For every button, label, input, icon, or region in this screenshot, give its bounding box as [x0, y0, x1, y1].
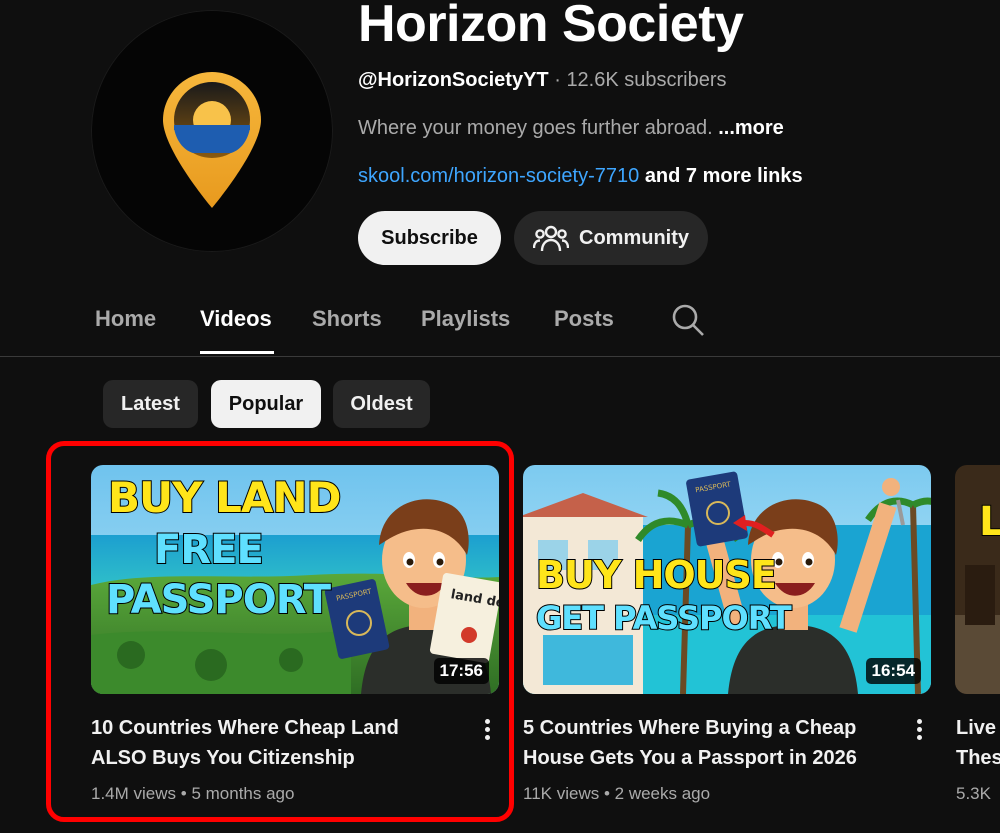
thumb-headline-1: BUY HOUSE: [535, 552, 778, 598]
more-vert-icon: [916, 719, 922, 724]
active-tab-indicator: [200, 351, 274, 354]
video-thumbnail[interactable]: PASSPORT land deed BUY LAND FREE PASSPOR…: [91, 465, 499, 694]
tab-videos[interactable]: Videos: [200, 306, 272, 332]
description-text: Where your money goes further abroad.: [358, 117, 713, 139]
video-title[interactable]: Live These: [956, 713, 1000, 773]
location-pin-sunset-icon: [163, 72, 261, 208]
meta-dot: •: [603, 784, 610, 803]
subscriber-count: 12.6K subscribers: [566, 69, 727, 91]
upload-age: 2 weeks ago: [614, 784, 711, 803]
video-menu-button[interactable]: [477, 716, 497, 746]
tab-home[interactable]: Home: [95, 306, 156, 332]
description-more-link[interactable]: ...more: [718, 117, 784, 139]
upload-age: 5 months ago: [191, 784, 295, 803]
thumb-headline-1: L: [978, 498, 1000, 546]
video-thumbnail[interactable]: PASSPORT BUY HOUSE GET PASSPORT 16:54: [523, 465, 931, 694]
thumb-headline-2: FREE: [153, 526, 265, 574]
chip-popular[interactable]: Popular: [211, 380, 321, 428]
channel-link[interactable]: skool.com/horizon-society-7710: [358, 165, 639, 187]
video-thumbnail[interactable]: L: [955, 465, 1000, 694]
people-icon: [533, 225, 569, 252]
view-count: 11K views: [523, 784, 600, 803]
channel-description[interactable]: Where your money goes further abroad. ..…: [358, 117, 784, 140]
video-duration: 16:54: [865, 658, 921, 684]
view-count: 1.4M views: [91, 784, 177, 803]
channel-links: skool.com/horizon-society-7710 and 7 mor…: [358, 165, 803, 188]
tab-shorts[interactable]: Shorts: [312, 306, 382, 332]
community-label: Community: [579, 226, 689, 249]
search-tab[interactable]: [671, 303, 705, 342]
search-icon: [672, 304, 704, 336]
thumb-headline-3: PASSPORT: [105, 576, 332, 624]
tab-playlists[interactable]: Playlists: [421, 306, 510, 332]
meta-separator: ·: [554, 69, 561, 91]
chip-latest[interactable]: Latest: [103, 380, 198, 428]
channel-name: Horizon Society: [358, 0, 744, 53]
video-meta: 11K views • 2 weeks ago: [523, 784, 710, 804]
channel-tabs: Home Videos Shorts Playlists Posts: [0, 290, 1000, 357]
channel-handle: @HorizonSocietyYT: [358, 69, 549, 91]
channel-avatar[interactable]: [91, 10, 333, 252]
subscribe-button[interactable]: Subscribe: [358, 211, 501, 265]
more-links-button[interactable]: and 7 more links: [645, 165, 803, 187]
video-menu-button[interactable]: [909, 716, 929, 746]
channel-meta: @HorizonSocietyYT · 12.6K subscribers: [358, 69, 727, 92]
thumb-headline-1: BUY LAND: [107, 472, 342, 523]
video-title[interactable]: 10 Countries Where Cheap Land ALSO Buys …: [91, 713, 451, 773]
video-duration: 17:56: [433, 658, 489, 684]
community-button[interactable]: Community: [514, 211, 708, 265]
view-count: 5.3K: [956, 784, 991, 803]
meta-dot: •: [180, 784, 187, 803]
tab-posts[interactable]: Posts: [554, 306, 614, 332]
chip-oldest[interactable]: Oldest: [333, 380, 430, 428]
video-title[interactable]: 5 Countries Where Buying a Cheap House G…: [523, 713, 883, 773]
thumb-headline-2: GET PASSPORT: [535, 598, 793, 638]
more-vert-icon: [484, 719, 490, 724]
video-meta: 1.4M views • 5 months ago: [91, 784, 294, 804]
